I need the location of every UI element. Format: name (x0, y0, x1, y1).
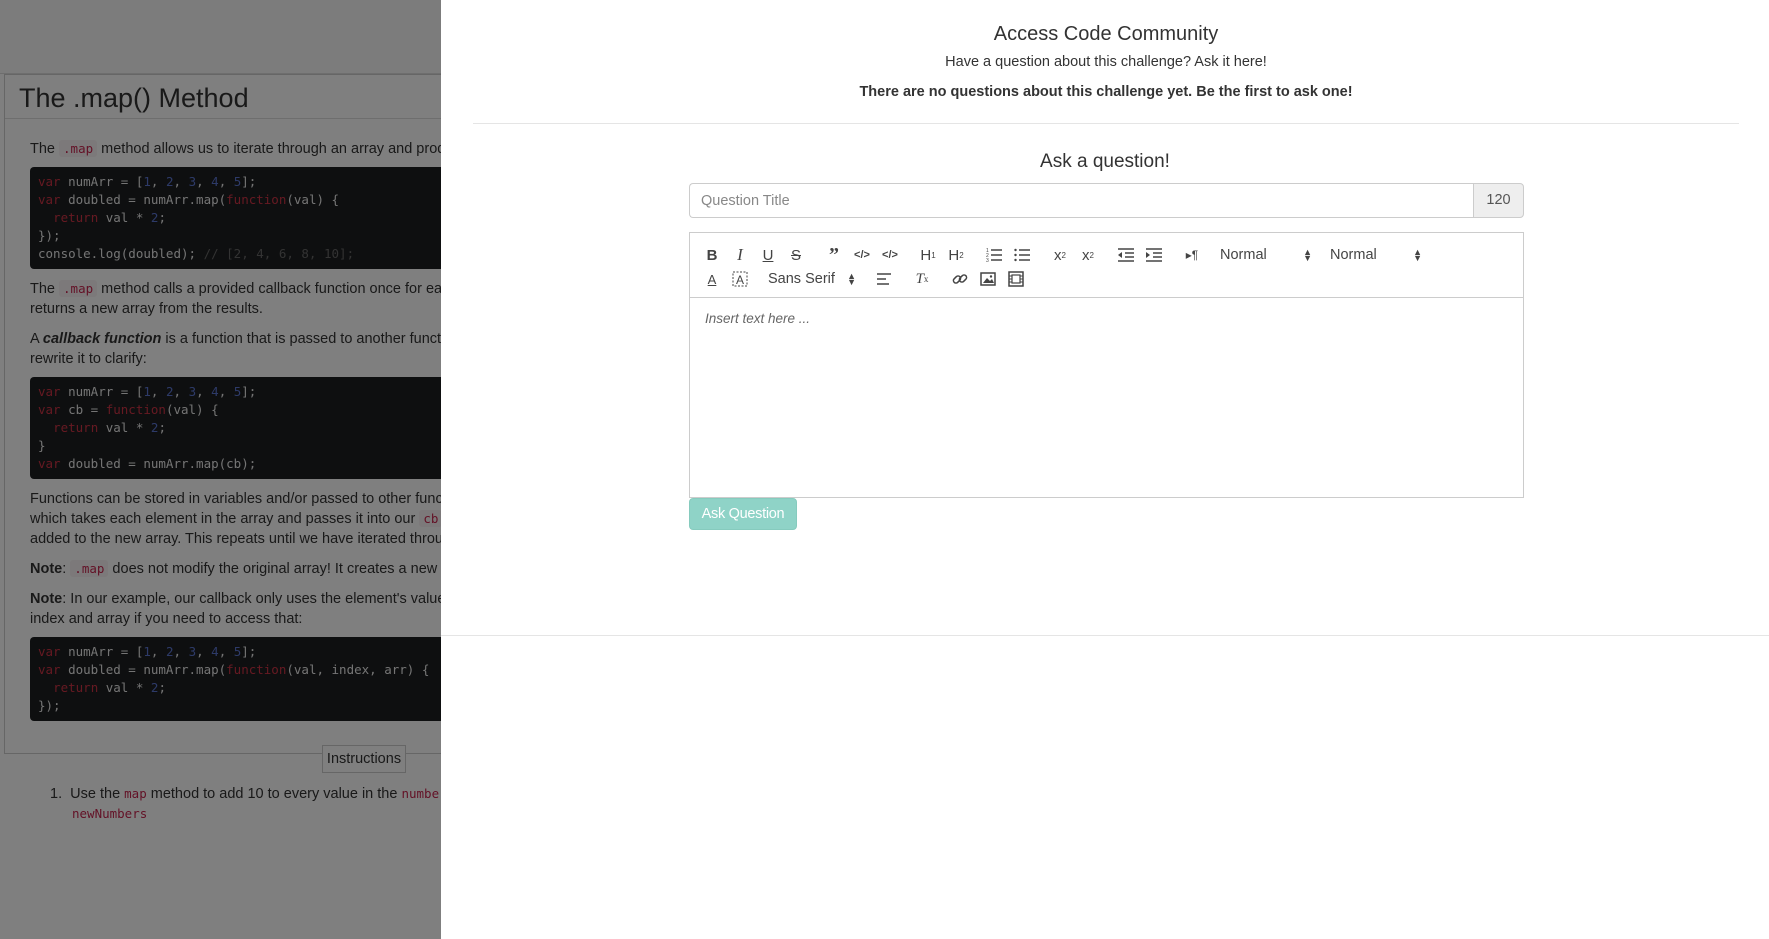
align-icon[interactable] (870, 267, 898, 291)
video-svg (1008, 271, 1024, 287)
strikethrough-icon[interactable]: S (782, 243, 810, 267)
video-icon[interactable] (1002, 267, 1030, 291)
modal-backdrop[interactable] (0, 0, 441, 939)
header-2-icon[interactable]: H2 (942, 243, 970, 267)
underline-icon[interactable]: U (754, 243, 782, 267)
bold-icon[interactable]: B (698, 243, 726, 267)
chevron-updown-icon: ▲ ▼ (1303, 247, 1312, 263)
font-select[interactable]: Sans Serif ▲ ▼ (764, 267, 860, 291)
outdent-svg (1118, 248, 1134, 262)
text-direction-icon[interactable]: ▸¶ (1178, 243, 1206, 267)
svg-text:3: 3 (986, 258, 989, 263)
image-icon[interactable] (974, 267, 1002, 291)
rich-text-editor: B I U S ” </> </> H1 H2 123 x2 x 2 ▸¶ No… (689, 232, 1524, 498)
modal-divider (441, 635, 1769, 636)
header-1-icon[interactable]: H1 (914, 243, 942, 267)
chevron-updown-icon: ▲ ▼ (1413, 247, 1422, 263)
size-select-value: Normal (1330, 247, 1377, 263)
blockquote-icon[interactable]: ” (820, 243, 848, 267)
image-svg (980, 272, 996, 286)
modal-subtitle: Have a question about this challenge? As… (945, 54, 1267, 70)
font-color-icon[interactable]: A (698, 267, 726, 291)
font-select-value: Sans Serif (768, 271, 835, 287)
clean-formatting-icon[interactable]: Tx (908, 267, 936, 291)
outdent-icon[interactable] (1112, 243, 1140, 267)
modal-title: Access Code Community (993, 23, 1219, 45)
ask-question-button[interactable]: Ask Question (689, 498, 797, 530)
bullet-list-icon[interactable] (1008, 243, 1036, 267)
subscript-icon[interactable]: x2 (1046, 243, 1074, 267)
svg-text:A: A (736, 273, 744, 287)
toolbar-row: B I U S ” </> </> H1 H2 123 x2 x 2 ▸¶ No… (698, 243, 1426, 267)
ordered-list-icon[interactable]: 123 (980, 243, 1008, 267)
ask-question-heading: Ask a question! (1040, 151, 1170, 172)
background-color-svg: A (732, 271, 748, 287)
italic-icon[interactable]: I (726, 243, 754, 267)
community-modal: Access Code Community Have a question ab… (441, 0, 1769, 939)
link-svg (952, 274, 968, 284)
align-svg (877, 273, 891, 285)
chevron-updown-icon: ▲ ▼ (847, 271, 856, 287)
question-title-input[interactable] (689, 183, 1473, 218)
empty-questions-message: There are no questions about this challe… (859, 84, 1353, 100)
indent-icon[interactable] (1140, 243, 1168, 267)
superscript-icon[interactable]: x2 (1074, 243, 1102, 267)
header-select-value: Normal (1220, 247, 1267, 263)
indent-svg (1146, 248, 1162, 262)
bullet-list-svg (1014, 248, 1030, 262)
size-select[interactable]: Normal ▲ ▼ (1326, 243, 1426, 267)
toolbar-row: A A Sans Serif ▲ ▼ Tx (698, 267, 1030, 291)
background-color-icon[interactable]: A (726, 267, 754, 291)
link-icon[interactable] (946, 267, 974, 291)
modal-header: Access Code Community Have a question ab… (473, 0, 1739, 124)
character-count: 120 (1473, 183, 1524, 218)
editor-toolbar: B I U S ” </> </> H1 H2 123 x2 x 2 ▸¶ No… (690, 233, 1523, 298)
ordered-list-svg: 123 (986, 248, 1002, 263)
question-title-group: 120 (689, 183, 1524, 218)
code-icon[interactable]: </> (848, 243, 876, 267)
lesson-panel: The .map() Method The .map method allows… (0, 0, 441, 939)
code-block-icon[interactable]: </> (876, 243, 904, 267)
header-select[interactable]: Normal ▲ ▼ (1216, 243, 1316, 267)
editor-content-area[interactable]: Insert text here ... (690, 298, 1523, 497)
